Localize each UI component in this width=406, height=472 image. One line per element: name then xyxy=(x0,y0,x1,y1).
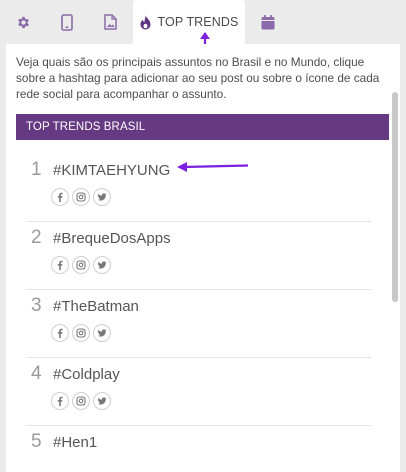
instagram-icon[interactable] xyxy=(72,188,90,206)
twitter-icon[interactable] xyxy=(93,256,111,274)
social-links xyxy=(51,188,114,206)
trend-rank: 3 xyxy=(31,295,42,316)
trend-hashtag[interactable]: #Hen1 xyxy=(53,434,97,451)
instagram-icon[interactable] xyxy=(72,324,90,342)
scrollbar[interactable] xyxy=(392,92,398,302)
tab-calendar[interactable] xyxy=(253,0,283,44)
instagram-icon[interactable] xyxy=(72,256,90,274)
tab-bar: TOP TRENDS xyxy=(0,0,406,44)
trend-rank: 5 xyxy=(31,431,42,452)
social-links xyxy=(51,256,114,274)
list-item: 1 #KIMTAEHYUNG xyxy=(26,154,371,222)
trend-rank: 2 xyxy=(31,227,42,248)
tab-settings[interactable] xyxy=(8,0,38,44)
instagram-icon[interactable] xyxy=(72,392,90,410)
tab-mobile[interactable] xyxy=(52,0,82,44)
facebook-icon[interactable] xyxy=(51,392,69,410)
trend-hashtag[interactable]: #TheBatman xyxy=(53,298,139,315)
social-links xyxy=(51,392,114,410)
trend-rank: 1 xyxy=(31,159,42,180)
facebook-icon[interactable] xyxy=(51,188,69,206)
list-item: 4 #Coldplay xyxy=(26,358,371,426)
twitter-icon[interactable] xyxy=(93,324,111,342)
intro-text: Veja quais são os principais assuntos no… xyxy=(16,55,380,101)
list-item: 3 #TheBatman xyxy=(26,290,371,358)
app-frame: TOP TRENDS Veja quais são os principais … xyxy=(0,0,406,472)
section-header: TOP TRENDS BRASIL xyxy=(16,114,389,140)
facebook-icon[interactable] xyxy=(51,324,69,342)
tab-image-doc[interactable] xyxy=(95,0,125,44)
trend-rank: 4 xyxy=(31,363,42,384)
social-links xyxy=(51,324,114,342)
gear-icon xyxy=(16,15,31,30)
trend-hashtag[interactable]: #KIMTAEHYUNG xyxy=(53,162,170,179)
mobile-icon xyxy=(61,13,73,31)
trends-panel: Veja quais são os principais assuntos no… xyxy=(6,44,400,472)
twitter-icon[interactable] xyxy=(93,188,111,206)
trend-hashtag[interactable]: #Coldplay xyxy=(53,366,120,383)
list-item: 2 #BrequeDosApps xyxy=(26,222,371,290)
image-file-icon xyxy=(103,14,117,30)
tab-top-trends-label: TOP TRENDS xyxy=(157,15,239,29)
section-title: TOP TRENDS BRASIL xyxy=(26,121,146,133)
facebook-icon[interactable] xyxy=(51,256,69,274)
tab-top-trends[interactable]: TOP TRENDS xyxy=(133,0,245,44)
list-item: 5 #Hen1 xyxy=(26,426,371,472)
calendar-icon xyxy=(261,14,275,30)
flame-icon xyxy=(140,14,151,30)
twitter-icon[interactable] xyxy=(93,392,111,410)
trend-hashtag[interactable]: #BrequeDosApps xyxy=(53,230,171,247)
